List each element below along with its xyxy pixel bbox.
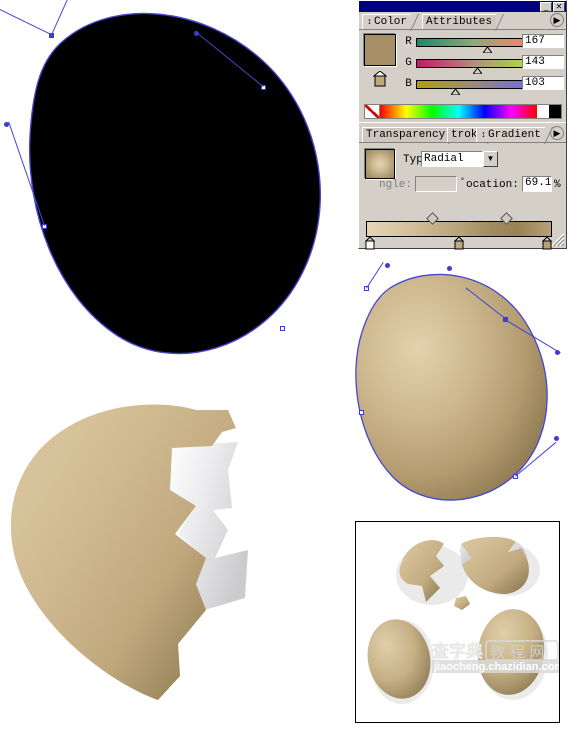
close-button[interactable]: ✕ (553, 1, 565, 12)
color-panel-tabstrip[interactable]: ↕ Color Attributes ▶ (359, 12, 566, 31)
black-swatch[interactable] (549, 105, 561, 118)
gradient-slider[interactable] (364, 208, 558, 250)
black-egg-svg (28, 12, 321, 355)
gradient-stop[interactable] (453, 236, 465, 250)
gradient-panel-tabstrip[interactable]: Transparency troke ↕ Gradient ▶ (359, 125, 566, 144)
shell-chip (454, 596, 470, 610)
preview-svg (367, 536, 548, 704)
path-handle[interactable] (555, 350, 560, 355)
panel-titlebar[interactable]: _ ✕ (359, 1, 566, 12)
black-egg-path (28, 12, 321, 355)
white-swatch[interactable] (537, 105, 549, 118)
path-handle[interactable] (194, 31, 199, 36)
slider-label-r: R (405, 36, 412, 48)
slider-thumb-g[interactable] (472, 66, 483, 75)
color-spectrum[interactable] (380, 105, 537, 118)
path-handle[interactable] (4, 122, 9, 127)
illustrator-canvas: 查字典 教 程 网 jiaocheng.chazidian.com _ ✕ ↕ … (0, 0, 567, 730)
radial-gradient-preview[interactable] (365, 149, 395, 179)
path-handle[interactable] (447, 266, 452, 271)
tab-attributes[interactable]: Attributes (422, 14, 505, 31)
slider-label-b: B (405, 78, 412, 90)
spectrum-strip-wrap (359, 102, 566, 122)
slider-thumb-b[interactable] (450, 87, 461, 96)
resize-grip-icon[interactable] (551, 233, 565, 247)
tab-transparency-label: Transparency (366, 129, 446, 141)
gradient-egg-path (355, 273, 548, 501)
path-handle[interactable] (554, 436, 559, 441)
illustrator-panel-stack[interactable]: _ ✕ ↕ Color Attributes ▶ R 167 G 143 B 1… (358, 0, 567, 250)
gradient-location-field[interactable]: 69.1 (522, 176, 552, 192)
path-anchor[interactable] (359, 410, 364, 415)
stroke-swatch-icon[interactable] (372, 70, 388, 87)
gradient-stop[interactable] (364, 236, 376, 250)
chevron-down-icon[interactable]: ▼ (483, 151, 498, 167)
fill-color-swatch[interactable] (364, 34, 396, 66)
slider-value-b[interactable]: 103 (522, 76, 564, 90)
slider-value-r[interactable]: 167 (522, 34, 564, 48)
slider-track-r[interactable] (416, 37, 531, 47)
black-egg-shape[interactable] (0, 0, 338, 361)
location-label: ocation: (466, 179, 519, 191)
path-anchor[interactable] (280, 326, 285, 331)
angle-label: ngle: (379, 179, 413, 191)
gradient-ramp[interactable] (366, 221, 552, 237)
broken-eggshell-svg (10, 404, 248, 700)
percent-unit: % (554, 179, 561, 191)
tab-color[interactable]: ↕ Color (362, 14, 420, 31)
tab-gradient[interactable]: ↕ Gradient (476, 127, 553, 144)
color-panel-body[interactable]: R 167 G 143 B 103 (359, 30, 566, 102)
tab-attributes-label: Attributes (426, 16, 493, 28)
gradient-angle-field[interactable] (415, 176, 457, 192)
slider-thumb-r[interactable] (482, 45, 493, 54)
gradient-egg-svg (355, 273, 548, 501)
tab-transparency[interactable]: Transparency (362, 127, 458, 144)
broken-eggshell-shape[interactable] (0, 398, 285, 730)
egg-left (367, 619, 431, 699)
none-swatch[interactable] (365, 105, 380, 118)
slider-value-g[interactable]: 143 (522, 55, 564, 69)
slider-track-b[interactable] (416, 79, 531, 89)
degree-unit: ° (460, 177, 465, 186)
slider-row-r[interactable]: R (403, 36, 531, 48)
tab-grip-icon: ↕ (480, 129, 487, 140)
stroke-swatch-svg (372, 70, 388, 87)
panel-menu-icon[interactable]: ▶ (550, 13, 564, 27)
tab-grip-icon: ↕ (366, 16, 373, 27)
slider-label-g: G (405, 57, 412, 69)
path-handle[interactable] (385, 263, 390, 268)
slider-row-b[interactable]: B (403, 78, 531, 90)
egg-illustration-preview[interactable]: 查字典 教 程 网 jiaocheng.chazidian.com (355, 521, 560, 723)
tab-color-label: Color (374, 16, 408, 28)
gradient-panel-body[interactable]: Type: Radial ▼ ngle: ° ocation: 69.1 % (359, 143, 566, 250)
minimize-button[interactable]: _ (540, 1, 552, 12)
spectrum-strip[interactable] (364, 104, 562, 119)
tab-gradient-label: Gradient (488, 129, 541, 141)
gradient-egg-shape[interactable] (352, 258, 567, 520)
resize-grip-svg (551, 233, 565, 247)
slider-row-g[interactable]: G (403, 57, 531, 69)
gradient-type-select[interactable]: Radial (421, 151, 483, 167)
